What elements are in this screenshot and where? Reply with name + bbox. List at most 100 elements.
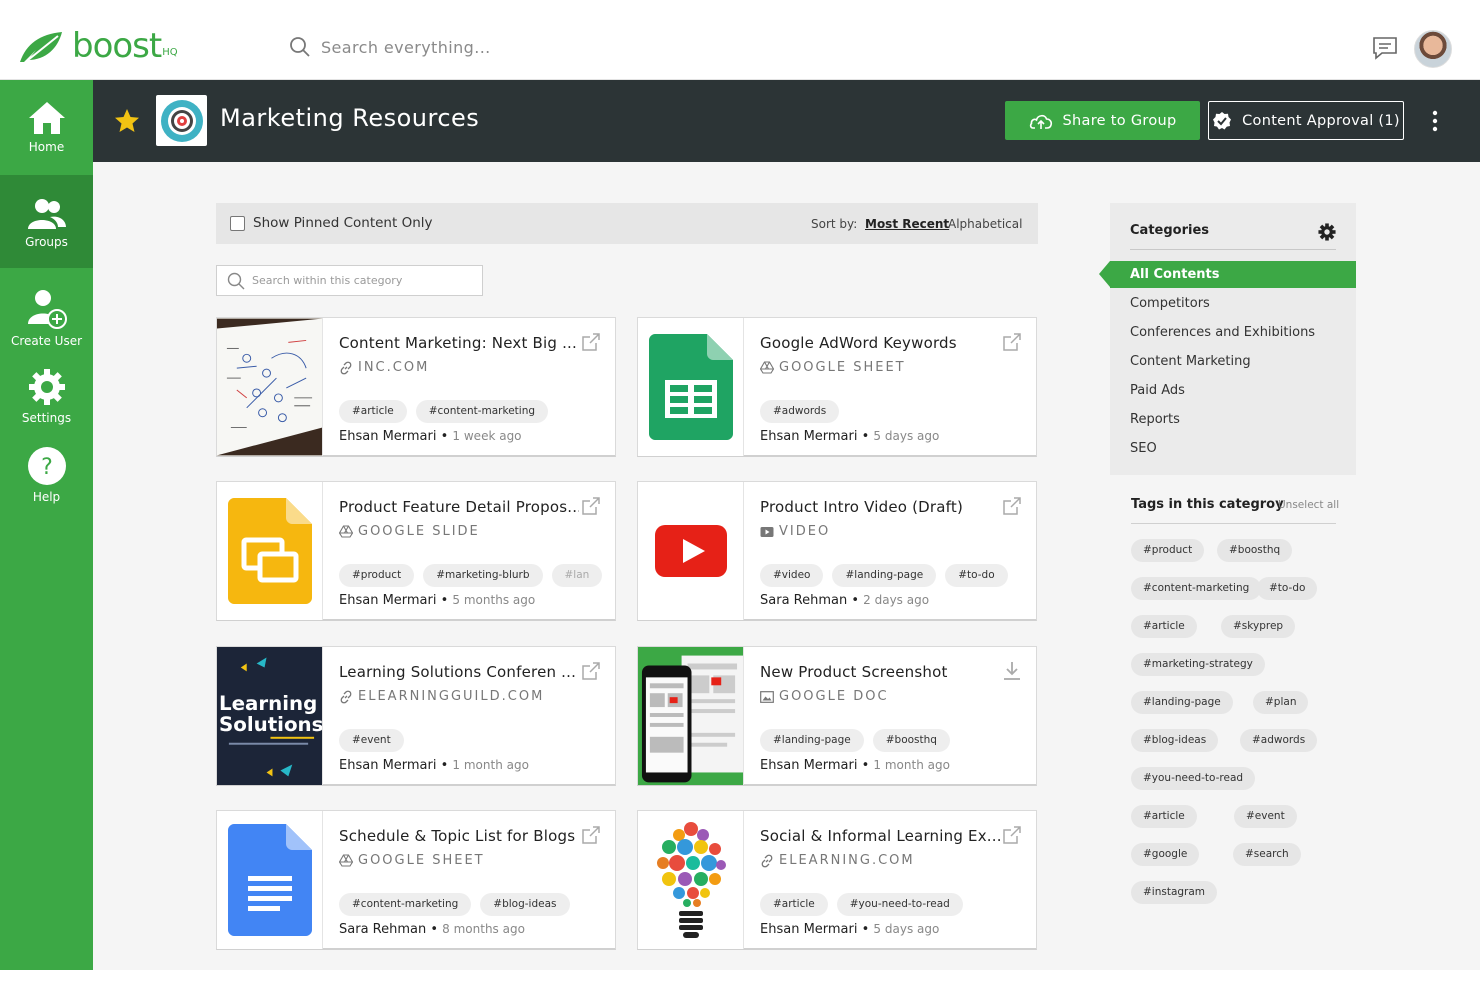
tag[interactable]: #boosthq bbox=[872, 729, 950, 752]
side-tag[interactable]: #product bbox=[1131, 539, 1205, 562]
pinned-only-label[interactable]: Show Pinned Content Only bbox=[253, 215, 433, 231]
card-title[interactable]: New Product Screenshot bbox=[760, 663, 1000, 681]
category-competitors[interactable]: Competitors bbox=[1130, 296, 1210, 311]
tag[interactable]: #lan bbox=[551, 564, 603, 587]
tag[interactable]: #you-need-to-read bbox=[836, 893, 963, 916]
gear-icon[interactable] bbox=[1318, 223, 1336, 241]
category-content-marketing[interactable]: Content Marketing bbox=[1130, 354, 1251, 369]
sort-most-recent[interactable]: Most Recent bbox=[865, 217, 949, 231]
external-link-icon[interactable] bbox=[581, 496, 601, 516]
global-search[interactable]: Search everything... bbox=[289, 36, 491, 58]
tag[interactable]: #video bbox=[760, 564, 824, 587]
external-link-icon[interactable] bbox=[581, 661, 601, 681]
category-reports[interactable]: Reports bbox=[1130, 412, 1180, 427]
side-tag[interactable]: #boosthq bbox=[1217, 539, 1293, 562]
external-link-icon[interactable] bbox=[1002, 825, 1022, 845]
tag[interactable]: #marketing-blurb bbox=[423, 564, 543, 587]
card-source: GOOGLE DOC bbox=[760, 689, 889, 704]
youtube-icon bbox=[654, 525, 727, 577]
side-tag[interactable]: #google bbox=[1131, 843, 1200, 866]
image-icon bbox=[760, 690, 774, 703]
side-tag[interactable]: #marketing-strategy bbox=[1131, 653, 1265, 676]
category-conferences[interactable]: Conferences and Exhibitions bbox=[1130, 325, 1315, 340]
content-card[interactable]: Product Feature Detail Propos... GOOGLE … bbox=[216, 481, 616, 621]
content-card[interactable]: Product Intro Video (Draft) VIDEO #video… bbox=[637, 481, 1037, 621]
tag[interactable]: #to-do bbox=[945, 564, 1008, 587]
category-all-contents[interactable]: All Contents bbox=[1130, 267, 1219, 282]
tag[interactable]: #event bbox=[339, 729, 404, 752]
card-time: 1 week ago bbox=[452, 429, 522, 443]
external-link-icon[interactable] bbox=[581, 825, 601, 845]
sidebar-item-home[interactable]: Home bbox=[0, 80, 93, 175]
tag[interactable]: #landing-page bbox=[832, 564, 937, 587]
sidebar-item-help[interactable]: ? Help bbox=[0, 444, 93, 514]
tag[interactable]: #adwords bbox=[760, 400, 840, 423]
global-search-input[interactable]: Search everything... bbox=[321, 38, 491, 57]
card-title[interactable]: Content Marketing: Next Big ... bbox=[339, 334, 579, 352]
category-seo[interactable]: SEO bbox=[1130, 441, 1157, 456]
side-tag[interactable]: #to-do bbox=[1257, 577, 1318, 600]
download-icon[interactable] bbox=[1002, 661, 1022, 681]
content-card[interactable]: Schedule & Topic List for Blogs GOOGLE S… bbox=[216, 810, 616, 950]
side-tag[interactable]: #article bbox=[1131, 805, 1197, 828]
pinned-only-checkbox[interactable] bbox=[230, 216, 245, 231]
side-tag[interactable]: #you-need-to-read bbox=[1131, 767, 1256, 790]
content-card[interactable]: New Product Screenshot GOOGLE DOC #landi… bbox=[637, 646, 1037, 786]
external-link-icon[interactable] bbox=[1002, 332, 1022, 352]
content-card[interactable]: Google AdWord Keywords GOOGLE SHEET #adw… bbox=[637, 317, 1037, 457]
sort-alphabetical[interactable]: Alphabetical bbox=[948, 217, 1022, 231]
avatar[interactable] bbox=[1414, 30, 1452, 68]
side-tag[interactable]: #instagram bbox=[1131, 881, 1218, 904]
content-card[interactable]: Content Marketing: Next Big ... INC.COM … bbox=[216, 317, 616, 457]
side-tag[interactable]: #landing-page bbox=[1131, 691, 1233, 714]
category-paid-ads[interactable]: Paid Ads bbox=[1130, 383, 1185, 398]
sidebar-item-create-user[interactable]: Create User bbox=[0, 268, 93, 348]
tag[interactable]: #content-marketing bbox=[415, 400, 549, 423]
content-approval-button[interactable]: Content Approval (1) bbox=[1208, 101, 1404, 140]
unselect-all-link[interactable]: Unselect all bbox=[1278, 499, 1339, 511]
categories-heading: Categories bbox=[1130, 223, 1210, 238]
chat-icon[interactable] bbox=[1372, 36, 1398, 60]
card-title[interactable]: Schedule & Topic List for Blogs bbox=[339, 827, 579, 845]
card-title[interactable]: Learning Solutions Conferen ... bbox=[339, 663, 579, 681]
card-title[interactable]: Google AdWord Keywords bbox=[760, 334, 1000, 352]
card-source: ELEARNING.COM bbox=[760, 853, 915, 868]
content-card[interactable]: Learning Solutions Learning Solutions Co… bbox=[216, 646, 616, 786]
content-card[interactable]: Social & Informal Learning Ex... ELEARNI… bbox=[637, 810, 1037, 950]
home-icon bbox=[28, 102, 65, 134]
card-author: Ehsan Mermari bbox=[339, 758, 437, 773]
tag[interactable]: #product bbox=[339, 564, 415, 587]
external-link-icon[interactable] bbox=[1002, 496, 1022, 516]
side-tag[interactable]: #adwords bbox=[1240, 729, 1318, 752]
tag[interactable]: #article bbox=[760, 893, 828, 916]
card-title[interactable]: Social & Informal Learning Ex... bbox=[760, 827, 1000, 845]
card-source-label: GOOGLE SHEET bbox=[779, 360, 906, 375]
category-search-input[interactable]: Search within this category bbox=[216, 265, 483, 296]
logo-suffix: HQ bbox=[162, 47, 178, 58]
target-icon bbox=[160, 99, 203, 142]
card-title[interactable]: Product Feature Detail Propos... bbox=[339, 498, 579, 516]
tag[interactable]: #landing-page bbox=[760, 729, 864, 752]
tag[interactable]: #article bbox=[339, 400, 407, 423]
side-tag[interactable]: #content-marketing bbox=[1131, 577, 1262, 600]
verified-badge-icon bbox=[1213, 111, 1232, 129]
card-title[interactable]: Product Intro Video (Draft) bbox=[760, 498, 1000, 516]
side-tag[interactable]: #search bbox=[1233, 843, 1301, 866]
tag[interactable]: #content-marketing bbox=[339, 893, 472, 916]
side-tag[interactable]: #skyprep bbox=[1221, 615, 1296, 638]
side-tag[interactable]: #blog-ideas bbox=[1131, 729, 1219, 752]
tag[interactable]: #blog-ideas bbox=[480, 893, 570, 916]
side-tag[interactable]: #plan bbox=[1253, 691, 1309, 714]
boost-logo[interactable]: boost HQ bbox=[18, 28, 178, 64]
google-doc-icon bbox=[227, 824, 312, 936]
card-thumbnail-doc bbox=[217, 811, 323, 949]
link-icon bbox=[340, 690, 352, 703]
external-link-icon[interactable] bbox=[581, 332, 601, 352]
side-tag[interactable]: #article bbox=[1131, 615, 1197, 638]
share-to-group-button[interactable]: Share to Group bbox=[1005, 101, 1200, 140]
sidebar-item-groups[interactable]: Groups bbox=[0, 175, 93, 268]
sidebar-item-settings[interactable]: Settings bbox=[0, 364, 93, 442]
more-options-icon[interactable] bbox=[1431, 110, 1439, 132]
side-tag[interactable]: #event bbox=[1234, 805, 1297, 828]
star-icon[interactable] bbox=[114, 108, 140, 134]
